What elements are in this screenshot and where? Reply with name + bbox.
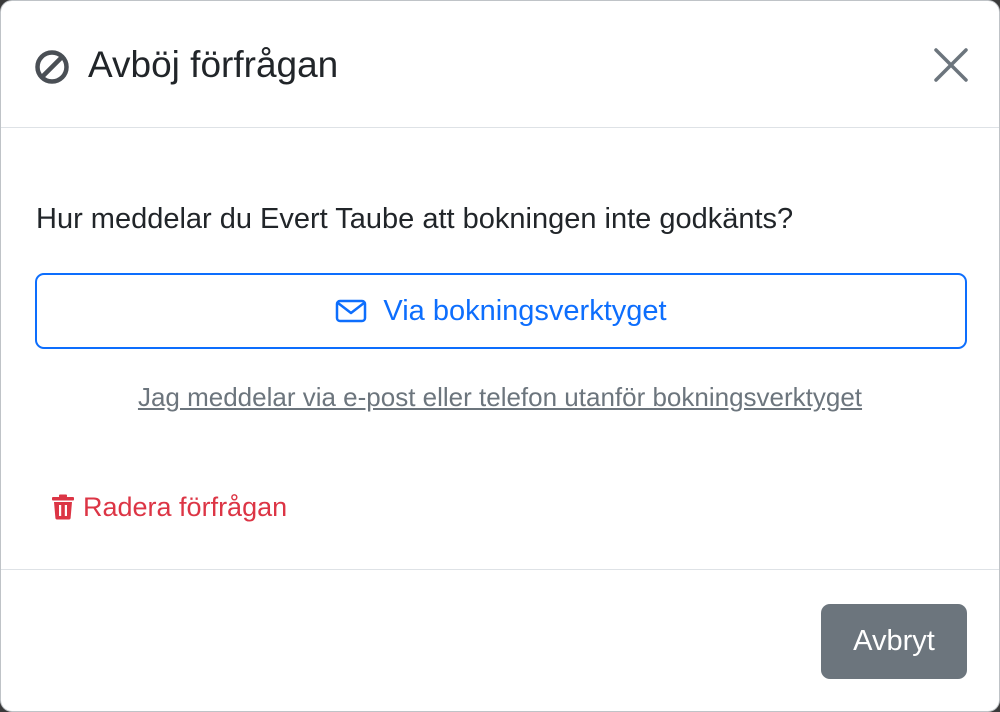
notification-question: Hur meddelar du Evert Taube att bokninge… [36, 203, 794, 235]
close-button[interactable] [925, 39, 977, 91]
dialog-header: Avböj förfrågan [1, 1, 999, 128]
dialog-footer: Avbryt [1, 569, 999, 711]
notify-outside-tool-link[interactable]: Jag meddelar via e-post eller telefon ut… [1, 379, 999, 415]
delete-request-link[interactable]: Radera förfrågan [51, 489, 287, 525]
envelope-icon [336, 299, 367, 323]
dialog-title: Avböj förfrågan [88, 44, 339, 85]
close-icon [934, 48, 968, 82]
cancel-button[interactable]: Avbryt [821, 604, 967, 679]
ban-icon [34, 49, 70, 85]
delete-request-label: Radera förfrågan [83, 492, 288, 522]
decline-request-dialog: Avböj förfrågan Hur meddelar du Evert Ta… [0, 0, 1000, 712]
notify-via-booking-tool-label: Via bokningsverktyget [383, 294, 667, 327]
notify-via-booking-tool-button[interactable]: Via bokningsverktyget [35, 273, 967, 349]
trash-icon [52, 494, 74, 520]
